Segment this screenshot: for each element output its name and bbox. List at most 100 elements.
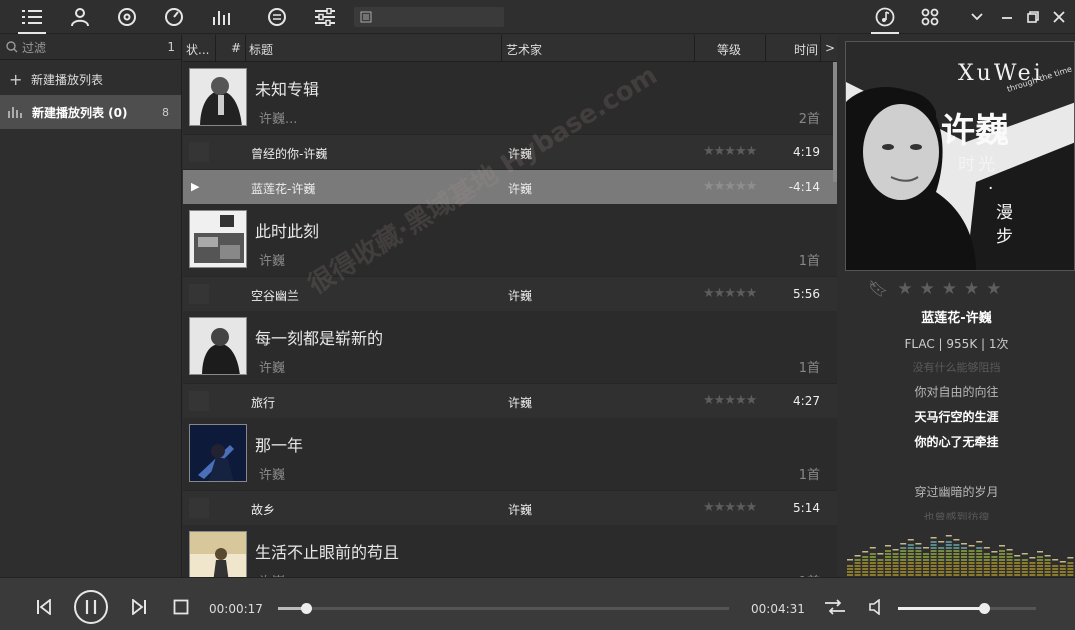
menu-circle-icon[interactable] <box>259 0 295 34</box>
spectrum-bar <box>945 547 952 549</box>
album-group[interactable]: 未知专辑 许巍... 2首 <box>183 62 837 134</box>
track-artist: 许巍 <box>508 182 533 196</box>
repeat-mode-icon[interactable] <box>824 596 846 618</box>
col-rating[interactable]: 等级 <box>717 41 741 58</box>
rating-stars[interactable]: ★★★★★ <box>703 393 757 408</box>
spectrum-bar <box>892 568 899 570</box>
spectrum-bar <box>1059 574 1066 576</box>
now-playing-rating[interactable]: 🔖︎ ★★★★★ <box>868 279 1009 299</box>
spectrum-bar <box>945 541 952 543</box>
minimize-icon[interactable] <box>993 0 1021 34</box>
seek-knob[interactable] <box>301 603 312 614</box>
spectrum-bar <box>885 562 891 564</box>
spectrum-bar <box>1006 556 1013 558</box>
spectrum-bar <box>1037 562 1043 564</box>
restore-icon[interactable] <box>1019 0 1047 34</box>
track-time: 4:27 <box>793 394 820 408</box>
settings-sliders-icon[interactable] <box>307 0 343 34</box>
close-icon[interactable] <box>1045 0 1073 34</box>
bookmark-icon[interactable]: 🔖︎ <box>868 279 895 298</box>
spectrum-peak <box>991 551 998 553</box>
track-row[interactable]: 曾经的你-许巍 许巍 ★★★★★ 4:19 <box>183 134 837 169</box>
spectrum-bar <box>945 565 952 567</box>
album-group[interactable]: 每一刻都是崭新的 许巍 1首 <box>183 311 837 383</box>
col-artist[interactable]: 艺术家 <box>506 41 542 58</box>
column-header: 状... # 标题 艺术家 等级 时间 > <box>183 35 837 62</box>
album-artist: 许巍 <box>259 254 286 269</box>
spectrum-bar <box>915 550 922 552</box>
artist-view-icon[interactable] <box>62 0 98 34</box>
spectrum-peak <box>1021 553 1028 555</box>
col-number[interactable]: # <box>231 41 241 55</box>
spectrum-bar <box>1021 574 1028 576</box>
spectrum-bar <box>900 550 907 552</box>
col-title[interactable]: 标题 <box>249 41 273 58</box>
lyrics-view-icon[interactable] <box>867 0 903 34</box>
track-row[interactable]: 空谷幽兰 许巍 ★★★★★ 5:56 <box>183 276 837 311</box>
spectrum-bar <box>983 568 990 570</box>
album-track-count: 1首 <box>798 361 820 376</box>
volume-knob[interactable] <box>979 603 990 614</box>
next-icon[interactable] <box>128 596 150 618</box>
volume-icon[interactable] <box>866 596 888 618</box>
album-group[interactable]: 生活不止眼前的苟且 许巍 1首 <box>183 525 837 577</box>
lyric-line: 穿过幽暗的岁月 <box>914 485 999 499</box>
dashboard-icon[interactable] <box>156 0 192 34</box>
rating-stars[interactable]: ★★★★★ <box>703 500 757 515</box>
top-toolbar <box>0 0 1075 34</box>
spectrum-bar <box>1037 559 1043 561</box>
col-status[interactable]: 状... <box>186 41 209 58</box>
spectrum-peak <box>1044 555 1051 557</box>
col-more-button[interactable]: > <box>825 41 835 55</box>
spectrum-bar <box>907 553 914 555</box>
spectrum-bar <box>983 559 990 561</box>
album-group[interactable]: 此时此刻 许巍 1首 <box>183 204 837 276</box>
album-group[interactable]: 那一年 许巍 1首 <box>183 418 837 490</box>
grid-view-icon[interactable] <box>912 0 948 34</box>
spectrum-bar <box>1037 556 1043 558</box>
stop-icon[interactable] <box>171 597 191 617</box>
album-view-icon[interactable] <box>109 0 145 34</box>
chevron-down-icon[interactable] <box>963 0 991 34</box>
spectrum-bar <box>847 565 853 567</box>
spectrum-bar <box>862 565 869 567</box>
playlist-view-icon[interactable] <box>14 0 50 34</box>
spectrum-bar <box>923 556 929 558</box>
spectrum-visualizer <box>847 535 1074 576</box>
equalizer-view-icon[interactable] <box>204 0 240 34</box>
spectrum-bar <box>1052 571 1059 573</box>
pause-button[interactable] <box>72 588 109 625</box>
lyrics-panel[interactable]: 没有什么能够阻挡 你对自由的向往 天马行空的生涯 你的心了无牵挂 穿过幽暗的岁月 也曾感到… <box>838 355 1075 520</box>
track-status <box>189 142 209 162</box>
spectrum-bar <box>854 565 861 567</box>
album-cover <box>189 317 247 375</box>
previous-icon[interactable] <box>33 596 55 618</box>
spectrum-bar <box>1014 565 1021 567</box>
volume-slider[interactable] <box>898 603 1036 614</box>
playlist-item[interactable]: 新建播放列表 (0) 8 <box>0 95 181 129</box>
spectrum-bar <box>854 574 861 576</box>
rating-stars[interactable]: ★★★★★ <box>703 286 757 301</box>
spectrum-bar <box>945 559 952 561</box>
rating-stars[interactable]: ★★★★★ <box>703 144 757 159</box>
spectrum-bar <box>869 565 876 567</box>
spectrum-bar <box>862 559 869 561</box>
spectrum-peak <box>1037 551 1043 553</box>
col-time[interactable]: 时间 <box>794 41 818 58</box>
rating-stars[interactable]: ★★★★★ <box>703 179 757 194</box>
seek-bar[interactable] <box>278 603 729 614</box>
spectrum-bar <box>1014 568 1021 570</box>
spectrum-bar <box>991 565 998 567</box>
spectrum-bar <box>907 574 914 576</box>
svg-text:漫: 漫 <box>996 203 1013 223</box>
spectrum-bar <box>1006 568 1013 570</box>
spectrum-bar <box>854 568 861 570</box>
track-row[interactable]: 旅行 许巍 ★★★★★ 4:27 <box>183 383 837 418</box>
new-playlist-button[interactable]: + 新建播放列表 <box>0 64 181 94</box>
search-box[interactable] <box>354 7 504 27</box>
filter-field[interactable]: 过滤 1 <box>0 35 181 60</box>
spectrum-bar <box>892 574 899 576</box>
track-row-playing[interactable]: ▶ 蓝莲花-许巍 许巍 ★★★★★ -4:14 <box>183 169 837 204</box>
scrollbar[interactable] <box>833 62 837 182</box>
track-row[interactable]: 故乡 许巍 ★★★★★ 5:14 <box>183 490 837 525</box>
